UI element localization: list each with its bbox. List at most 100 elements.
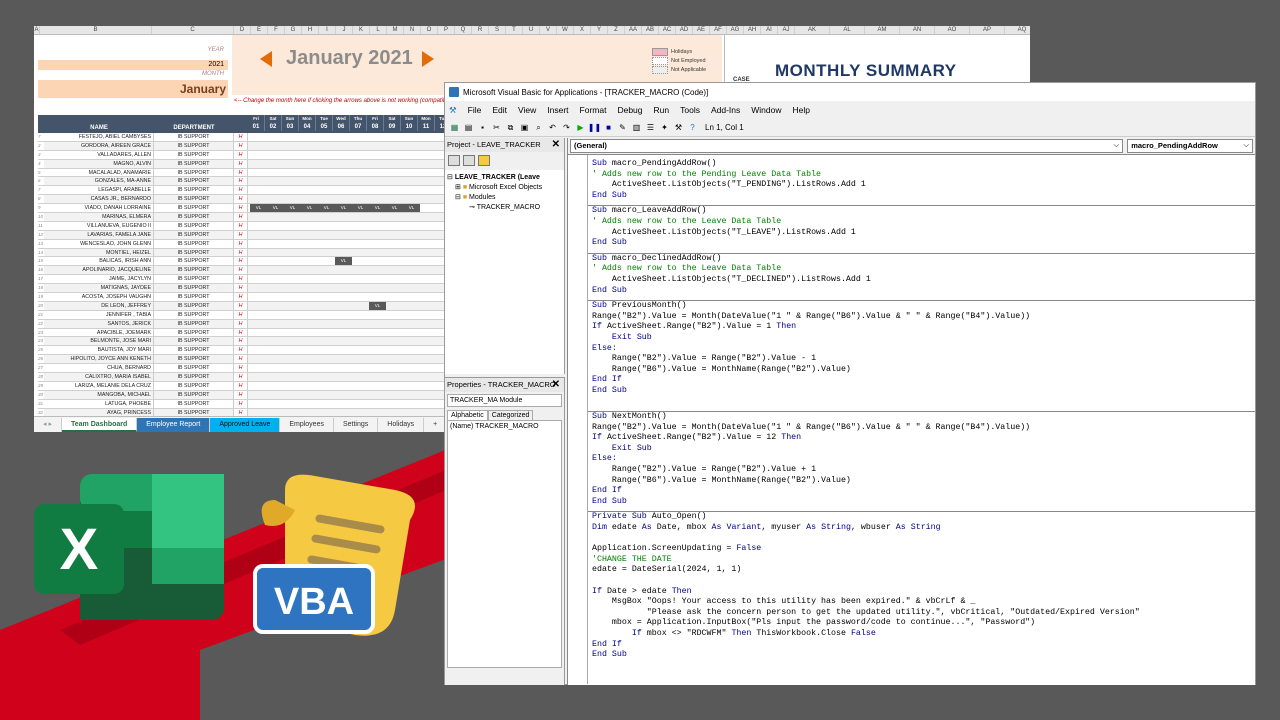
column-letter[interactable]: AN [900,26,935,34]
undo-icon[interactable]: ↶ [547,122,558,133]
procedure-combo[interactable]: macro_PendingAddRow [1127,139,1253,153]
column-letter[interactable]: AP [970,26,1005,34]
column-letter[interactable]: AB [642,26,659,34]
column-letter[interactable]: AK [795,26,830,34]
column-letter[interactable]: J [336,26,353,34]
view-code-icon[interactable] [448,155,460,166]
column-letter[interactable]: L [370,26,387,34]
menu-item[interactable]: Add-Ins [711,105,740,115]
toggle-folders-icon[interactable] [478,155,490,166]
menu-item[interactable]: Run [654,105,670,115]
column-letter[interactable]: AF [710,26,727,34]
column-letter[interactable]: C [152,26,234,34]
paste-icon[interactable]: ▣ [519,122,530,133]
column-letter[interactable]: AI [761,26,778,34]
column-letter[interactable]: AJ [778,26,795,34]
column-letter[interactable]: D [234,26,251,34]
properties-icon[interactable]: ☰ [645,122,656,133]
break-icon[interactable]: ❚❚ [588,122,601,133]
design-mode-icon[interactable]: ✎ [617,122,628,133]
year-value[interactable]: 2021 [38,60,228,70]
menu-item[interactable]: View [518,105,536,115]
column-letter[interactable]: AM [865,26,900,34]
code-editor[interactable]: Sub macro_PendingAddRow() ' Adds new row … [568,154,1255,684]
close-project-pane-icon[interactable]: ✕ [552,138,560,152]
save-icon[interactable]: ▪ [477,122,488,133]
column-letter[interactable]: I [319,26,336,34]
column-letter[interactable]: N [404,26,421,34]
column-letter[interactable]: AG [727,26,744,34]
column-letter[interactable]: W [557,26,574,34]
tree-tracker-macro[interactable]: ⊸ TRACKER_MACRO [447,203,562,213]
column-letter[interactable]: AC [659,26,676,34]
column-letter[interactable]: B [40,26,152,34]
menu-item[interactable]: Format [580,105,607,115]
column-letter[interactable]: O [421,26,438,34]
excel-view-icon[interactable]: ▦ [449,122,460,133]
copy-icon[interactable]: ⧉ [505,122,516,133]
redo-icon[interactable]: ↷ [561,122,572,133]
column-letter[interactable]: AO [935,26,970,34]
column-letter[interactable]: Z [608,26,625,34]
menu-item[interactable]: Edit [492,105,507,115]
column-letter[interactable]: F [268,26,285,34]
column-letter[interactable]: AQ [1005,26,1030,34]
column-letter[interactable]: U [523,26,540,34]
leave-cell[interactable]: VL [335,257,352,266]
leave-cell[interactable]: VL [301,204,318,213]
column-letter[interactable]: S [489,26,506,34]
help-icon[interactable]: ? [687,122,698,133]
cut-icon[interactable]: ✂ [491,122,502,133]
column-letter[interactable]: G [285,26,302,34]
menu-item[interactable]: Tools [680,105,700,115]
close-properties-pane-icon[interactable]: ✕ [552,378,560,392]
column-letter[interactable]: AE [693,26,710,34]
column-letter[interactable]: V [540,26,557,34]
leave-cell[interactable]: VL [284,204,301,213]
leave-cell[interactable]: VL [335,204,352,213]
column-letter[interactable]: Q [455,26,472,34]
insert-module-icon[interactable]: ▤ [463,122,474,133]
menu-item[interactable]: Help [792,105,809,115]
column-letter[interactable]: P [438,26,455,34]
leave-cell[interactable]: VL [369,204,386,213]
tree-project-root[interactable]: ⊟ LEAVE_TRACKER (Leave [447,173,562,183]
column-letter[interactable]: AA [625,26,642,34]
leave-cell[interactable]: VL [386,204,403,213]
next-month-arrow-icon[interactable] [422,51,434,67]
month-value[interactable]: January [38,80,228,98]
reset-icon[interactable]: ■ [603,122,614,133]
view-object-icon[interactable] [463,155,475,166]
toolbox-icon[interactable]: ⚒ [673,122,684,133]
leave-cell[interactable]: VL [267,204,284,213]
project-explorer-icon[interactable]: ▥ [631,122,642,133]
tree-excel-objects[interactable]: ⊞ ■ Microsoft Excel Objects [447,183,562,193]
tree-modules[interactable]: ⊟ ■ Modules [447,193,562,203]
previous-month-arrow-icon[interactable] [260,51,272,67]
column-letter[interactable]: E [251,26,268,34]
column-letter[interactable]: M [387,26,404,34]
properties-object-select[interactable]: TRACKER_MA Module [447,394,562,407]
leave-cell[interactable]: VL [403,204,420,213]
leave-cell[interactable]: VL [250,204,267,213]
run-icon[interactable]: ▶ [575,122,586,133]
column-letter[interactable]: X [574,26,591,34]
menu-item[interactable]: Insert [547,105,568,115]
object-combo[interactable]: (General) [570,139,1124,153]
menu-item[interactable]: Window [751,105,781,115]
column-letter[interactable]: R [472,26,489,34]
column-letter[interactable]: AL [830,26,865,34]
find-icon[interactable]: ⌕ [533,122,544,133]
menu-item[interactable]: File [468,105,482,115]
column-letter[interactable]: Y [591,26,608,34]
column-letter[interactable]: AD [676,26,693,34]
tab-categorized[interactable]: Categorized [487,410,534,420]
object-browser-icon[interactable]: ✦ [659,122,670,133]
leave-cell[interactable]: VL [318,204,335,213]
property-name-row[interactable]: (Name) TRACKER_MACRO [450,423,559,430]
column-letter[interactable]: AH [744,26,761,34]
column-letter[interactable]: H [302,26,319,34]
leave-cell[interactable]: VL [369,301,386,310]
menu-item[interactable]: Debug [617,105,642,115]
column-letter[interactable]: K [353,26,370,34]
